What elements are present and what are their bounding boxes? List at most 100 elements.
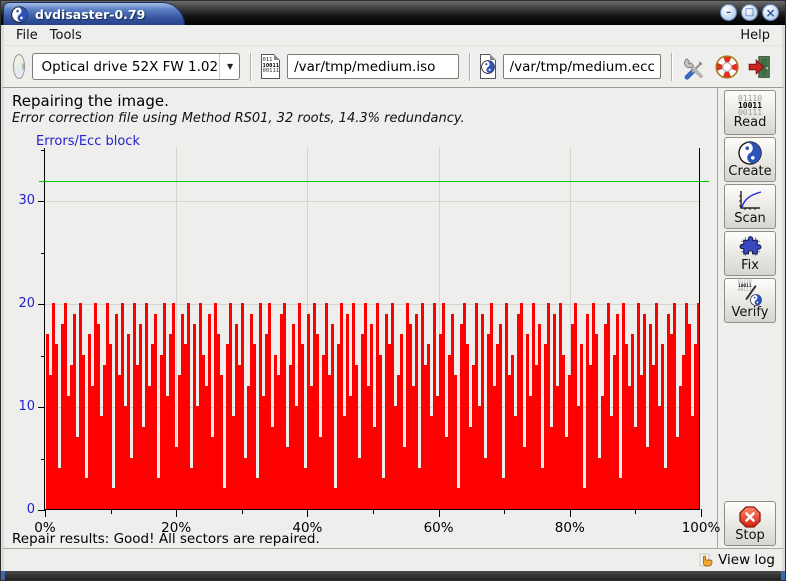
- fix-label: Fix: [741, 259, 759, 273]
- binary-row: 00111: [263, 69, 280, 75]
- x-axis-minor-tick: [635, 509, 636, 514]
- scan-curve-icon: [737, 188, 763, 212]
- stop-label: Stop: [735, 529, 765, 543]
- footer: View log: [1, 548, 785, 571]
- y-axis-tick: [38, 510, 45, 511]
- titlebar: dvdisaster-0.79 – □ ×: [1, 1, 785, 25]
- y-axis-minor-tick: [41, 253, 45, 254]
- verify-label: Verify: [732, 306, 769, 320]
- x-axis-tick: [176, 509, 177, 517]
- menu-help[interactable]: Help: [734, 27, 776, 44]
- y-axis-label: 10: [5, 399, 35, 414]
- tools-wrench-icon: [681, 54, 707, 80]
- fix-button[interactable]: Fix: [724, 231, 776, 276]
- x-axis-minor-tick: [504, 509, 505, 514]
- yinyang-icon: [750, 294, 762, 306]
- binary-sectors-icon: 01110 10011 00111: [738, 95, 762, 116]
- window-title: dvdisaster-0.79: [35, 7, 145, 22]
- verify-button[interactable]: 01110 10011 00111 Verify: [724, 278, 776, 323]
- status-heading: Repairing the image. Error correction fi…: [4, 88, 717, 132]
- verify-compare-icon: 01110 10011 00111: [737, 281, 763, 306]
- yinyang-icon: [481, 60, 495, 74]
- y-axis-tick: [38, 407, 45, 408]
- x-axis-minor-tick: [373, 509, 374, 514]
- image-file-input[interactable]: [287, 54, 459, 79]
- sidebar: 01110 10011 00111 Read Create Scan: [717, 88, 782, 548]
- menu-file[interactable]: File: [10, 27, 44, 44]
- left-pane: Repairing the image. Error correction fi…: [4, 88, 717, 548]
- ecc-file-input[interactable]: [503, 54, 661, 79]
- read-label: Read: [734, 116, 767, 130]
- x-axis-label: 20%: [146, 520, 206, 536]
- close-button[interactable]: ×: [762, 4, 779, 21]
- window-controls: – □ ×: [720, 4, 779, 21]
- toolbar: Optical drive 52X FW 1.02 ▼ 011 10011 00…: [1, 46, 785, 88]
- read-button[interactable]: 01110 10011 00111 Read: [724, 90, 776, 135]
- y-axis-minor-tick: [41, 150, 45, 151]
- chart-area: Errors/Ecc block 01020300%20%40%60%80%10…: [4, 132, 717, 530]
- app-logo-yinyang-icon: [11, 6, 28, 23]
- x-axis-label: 0%: [15, 520, 75, 536]
- create-label: Create: [728, 165, 771, 179]
- puzzle-piece-icon: [738, 234, 763, 259]
- y-axis-label: 0: [5, 502, 35, 517]
- repair-results-text: Repair results: Good! All sectors are re…: [4, 530, 717, 548]
- chart-title: Errors/Ecc block: [36, 134, 140, 149]
- combo-divider: [219, 54, 220, 79]
- lifebuoy-icon: [714, 54, 740, 80]
- status-subtitle: Error correction file using Method RS01,…: [12, 111, 709, 126]
- titlebar-tab[interactable]: dvdisaster-0.79: [3, 2, 185, 25]
- window-bottom-border: [1, 571, 785, 580]
- y-axis-label: 30: [5, 193, 35, 208]
- help-button[interactable]: [714, 53, 740, 81]
- menu-tools[interactable]: Tools: [44, 27, 88, 44]
- x-axis-minor-tick: [242, 509, 243, 514]
- image-file-icon: 011 10011 00111: [261, 54, 281, 79]
- threshold-line: [39, 181, 709, 182]
- error-bars: [46, 148, 700, 509]
- x-axis-label: 40%: [277, 520, 337, 536]
- x-axis-minor-tick: [111, 509, 112, 514]
- drive-selector[interactable]: Optical drive 52X FW 1.02 ▼: [32, 53, 240, 80]
- chevron-down-icon: ▼: [221, 62, 239, 71]
- x-axis-label: 60%: [409, 520, 469, 536]
- x-axis-label: 100%: [671, 520, 731, 536]
- y-axis-tick: [38, 201, 45, 202]
- menubar: File Tools Help: [1, 25, 785, 46]
- stop-button[interactable]: Stop: [724, 501, 776, 546]
- x-axis-tick: [45, 509, 46, 517]
- stop-octagon-icon: [738, 505, 762, 529]
- view-log-button[interactable]: View log: [699, 552, 775, 568]
- quit-button[interactable]: [747, 53, 773, 81]
- maximize-button[interactable]: □: [741, 4, 758, 21]
- y-axis-tick: [38, 304, 45, 305]
- yinyang-icon: [738, 141, 762, 165]
- create-button[interactable]: Create: [724, 137, 776, 182]
- plot-area: 01020300%20%40%60%80%100%: [44, 148, 700, 510]
- x-axis-tick: [439, 509, 440, 517]
- error-bar: [331, 324, 334, 509]
- y-axis-minor-tick: [41, 356, 45, 357]
- y-axis-minor-tick: [41, 459, 45, 460]
- app-window: dvdisaster-0.79 – □ × File Tools Help Op…: [0, 0, 786, 581]
- exit-door-icon: [747, 54, 773, 80]
- view-log-label: View log: [718, 552, 775, 568]
- pointing-hand-icon: [699, 552, 715, 568]
- scan-label: Scan: [734, 212, 766, 226]
- plot-right-boundary: [699, 148, 700, 509]
- x-axis-label: 80%: [540, 520, 600, 536]
- scan-button[interactable]: Scan: [724, 184, 776, 229]
- x-axis-tick: [307, 509, 308, 517]
- ecc-file-icon: [480, 54, 496, 79]
- preferences-button[interactable]: [681, 53, 707, 81]
- drive-selector-value: Optical drive 52X FW 1.02: [41, 59, 218, 75]
- x-axis-tick: [701, 509, 702, 517]
- x-axis-tick: [570, 509, 571, 517]
- minimize-button[interactable]: –: [720, 4, 737, 21]
- main-content: Repairing the image. Error correction fi…: [1, 88, 785, 548]
- y-axis-label: 20: [5, 296, 35, 311]
- status-title: Repairing the image.: [12, 92, 709, 110]
- error-bar: [580, 344, 583, 509]
- optical-disc-icon: [13, 54, 25, 79]
- error-bar: [109, 344, 112, 509]
